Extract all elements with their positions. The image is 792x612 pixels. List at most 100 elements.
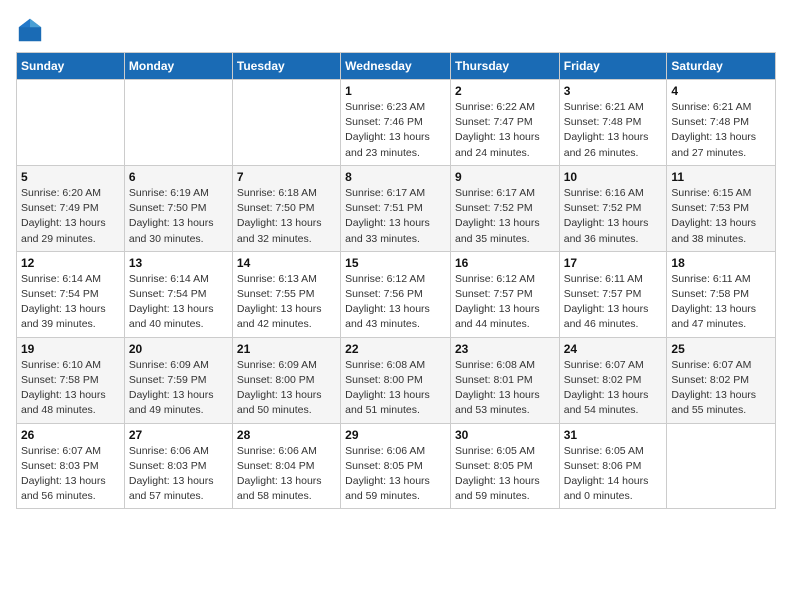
day-info: Sunrise: 6:07 AM Sunset: 8:03 PM Dayligh… [21,444,120,505]
day-number: 23 [455,342,555,356]
day-info: Sunrise: 6:21 AM Sunset: 7:48 PM Dayligh… [671,100,771,161]
day-info: Sunrise: 6:11 AM Sunset: 7:57 PM Dayligh… [564,272,663,333]
calendar-cell [17,80,125,166]
calendar-table: SundayMondayTuesdayWednesdayThursdayFrid… [16,52,776,509]
calendar-week-row: 19 Sunrise: 6:10 AM Sunset: 7:58 PM Dayli… [17,337,776,423]
day-number: 19 [21,342,120,356]
calendar-cell: 10 Sunrise: 6:16 AM Sunset: 7:52 PM Dayli… [559,165,667,251]
logo [16,16,48,44]
day-number: 18 [671,256,771,270]
calendar-cell: 15 Sunrise: 6:12 AM Sunset: 7:56 PM Dayli… [341,251,451,337]
calendar-week-row: 1 Sunrise: 6:23 AM Sunset: 7:46 PM Daylig… [17,80,776,166]
calendar-cell [232,80,340,166]
calendar-cell: 20 Sunrise: 6:09 AM Sunset: 7:59 PM Dayli… [124,337,232,423]
calendar-cell: 17 Sunrise: 6:11 AM Sunset: 7:57 PM Dayli… [559,251,667,337]
calendar-cell [124,80,232,166]
day-info: Sunrise: 6:15 AM Sunset: 7:53 PM Dayligh… [671,186,771,247]
calendar-cell: 31Sunrise: 6:05 AM Sunset: 8:06 PM Dayli… [559,423,667,509]
calendar-cell: 3Sunrise: 6:21 AM Sunset: 7:48 PM Daylig… [559,80,667,166]
day-number: 16 [455,256,555,270]
calendar-cell: 9 Sunrise: 6:17 AM Sunset: 7:52 PM Daylig… [450,165,559,251]
calendar-cell: 25 Sunrise: 6:07 AM Sunset: 8:02 PM Dayli… [667,337,776,423]
day-number: 21 [237,342,336,356]
calendar-cell: 6 Sunrise: 6:19 AM Sunset: 7:50 PM Daylig… [124,165,232,251]
calendar-cell: 30Sunrise: 6:05 AM Sunset: 8:05 PM Dayli… [450,423,559,509]
day-number: 25 [671,342,771,356]
calendar-cell: 2 Sunrise: 6:22 AM Sunset: 7:47 PM Daylig… [450,80,559,166]
day-number: 20 [129,342,228,356]
day-of-week-header: Friday [559,53,667,80]
calendar-cell: 18 Sunrise: 6:11 AM Sunset: 7:58 PM Dayli… [667,251,776,337]
day-info: Sunrise: 6:12 AM Sunset: 7:56 PM Dayligh… [345,272,446,333]
calendar-week-row: 12 Sunrise: 6:14 AM Sunset: 7:54 PM Dayli… [17,251,776,337]
day-number: 5 [21,170,120,184]
calendar-cell: 28 Sunrise: 6:06 AM Sunset: 8:04 PM Dayli… [232,423,340,509]
day-number: 30 [455,428,555,442]
day-info: Sunrise: 6:20 AM Sunset: 7:49 PM Dayligh… [21,186,120,247]
day-number: 4 [671,84,771,98]
day-number: 14 [237,256,336,270]
day-info: Sunrise: 6:16 AM Sunset: 7:52 PM Dayligh… [564,186,663,247]
day-number: 3 [564,84,663,98]
calendar-cell: 1 Sunrise: 6:23 AM Sunset: 7:46 PM Daylig… [341,80,451,166]
calendar-week-row: 26Sunrise: 6:07 AM Sunset: 8:03 PM Dayli… [17,423,776,509]
day-of-week-header: Wednesday [341,53,451,80]
day-number: 10 [564,170,663,184]
day-of-week-header: Thursday [450,53,559,80]
calendar-cell: 7 Sunrise: 6:18 AM Sunset: 7:50 PM Daylig… [232,165,340,251]
day-of-week-header: Sunday [17,53,125,80]
day-info: Sunrise: 6:10 AM Sunset: 7:58 PM Dayligh… [21,358,120,419]
day-number: 13 [129,256,228,270]
day-info: Sunrise: 6:09 AM Sunset: 7:59 PM Dayligh… [129,358,228,419]
calendar-cell: 24 Sunrise: 6:07 AM Sunset: 8:02 PM Dayli… [559,337,667,423]
day-info: Sunrise: 6:06 AM Sunset: 8:05 PM Dayligh… [345,444,446,505]
day-info: Sunrise: 6:07 AM Sunset: 8:02 PM Dayligh… [564,358,663,419]
day-info: Sunrise: 6:11 AM Sunset: 7:58 PM Dayligh… [671,272,771,333]
calendar-cell: 27Sunrise: 6:06 AM Sunset: 8:03 PM Dayli… [124,423,232,509]
calendar-cell: 29 Sunrise: 6:06 AM Sunset: 8:05 PM Dayli… [341,423,451,509]
calendar-cell: 8 Sunrise: 6:17 AM Sunset: 7:51 PM Daylig… [341,165,451,251]
day-number: 1 [345,84,446,98]
calendar-cell: 23 Sunrise: 6:08 AM Sunset: 8:01 PM Dayli… [450,337,559,423]
calendar-cell: 12 Sunrise: 6:14 AM Sunset: 7:54 PM Dayli… [17,251,125,337]
day-number: 27 [129,428,228,442]
day-info: Sunrise: 6:14 AM Sunset: 7:54 PM Dayligh… [21,272,120,333]
day-info: Sunrise: 6:14 AM Sunset: 7:54 PM Dayligh… [129,272,228,333]
calendar-cell: 26Sunrise: 6:07 AM Sunset: 8:03 PM Dayli… [17,423,125,509]
day-number: 29 [345,428,446,442]
day-number: 7 [237,170,336,184]
day-number: 2 [455,84,555,98]
day-info: Sunrise: 6:06 AM Sunset: 8:04 PM Dayligh… [237,444,336,505]
day-info: Sunrise: 6:17 AM Sunset: 7:51 PM Dayligh… [345,186,446,247]
day-info: Sunrise: 6:17 AM Sunset: 7:52 PM Dayligh… [455,186,555,247]
page-header [16,16,776,44]
calendar-cell: 4 Sunrise: 6:21 AM Sunset: 7:48 PM Daylig… [667,80,776,166]
day-info: Sunrise: 6:08 AM Sunset: 8:00 PM Dayligh… [345,358,446,419]
calendar-week-row: 5 Sunrise: 6:20 AM Sunset: 7:49 PM Daylig… [17,165,776,251]
day-number: 28 [237,428,336,442]
day-number: 15 [345,256,446,270]
day-info: Sunrise: 6:22 AM Sunset: 7:47 PM Dayligh… [455,100,555,161]
calendar-cell: 22Sunrise: 6:08 AM Sunset: 8:00 PM Dayli… [341,337,451,423]
day-info: Sunrise: 6:19 AM Sunset: 7:50 PM Dayligh… [129,186,228,247]
day-info: Sunrise: 6:09 AM Sunset: 8:00 PM Dayligh… [237,358,336,419]
day-of-week-header: Monday [124,53,232,80]
day-number: 17 [564,256,663,270]
day-number: 9 [455,170,555,184]
day-number: 8 [345,170,446,184]
calendar-cell: 19 Sunrise: 6:10 AM Sunset: 7:58 PM Dayli… [17,337,125,423]
logo-icon [16,16,44,44]
day-info: Sunrise: 6:07 AM Sunset: 8:02 PM Dayligh… [671,358,771,419]
day-number: 6 [129,170,228,184]
day-number: 12 [21,256,120,270]
calendar-cell: 14 Sunrise: 6:13 AM Sunset: 7:55 PM Dayli… [232,251,340,337]
day-number: 31 [564,428,663,442]
day-info: Sunrise: 6:08 AM Sunset: 8:01 PM Dayligh… [455,358,555,419]
day-info: Sunrise: 6:18 AM Sunset: 7:50 PM Dayligh… [237,186,336,247]
calendar-cell: 16Sunrise: 6:12 AM Sunset: 7:57 PM Dayli… [450,251,559,337]
calendar-cell: 11Sunrise: 6:15 AM Sunset: 7:53 PM Dayli… [667,165,776,251]
day-info: Sunrise: 6:23 AM Sunset: 7:46 PM Dayligh… [345,100,446,161]
calendar-cell [667,423,776,509]
day-info: Sunrise: 6:13 AM Sunset: 7:55 PM Dayligh… [237,272,336,333]
day-number: 24 [564,342,663,356]
